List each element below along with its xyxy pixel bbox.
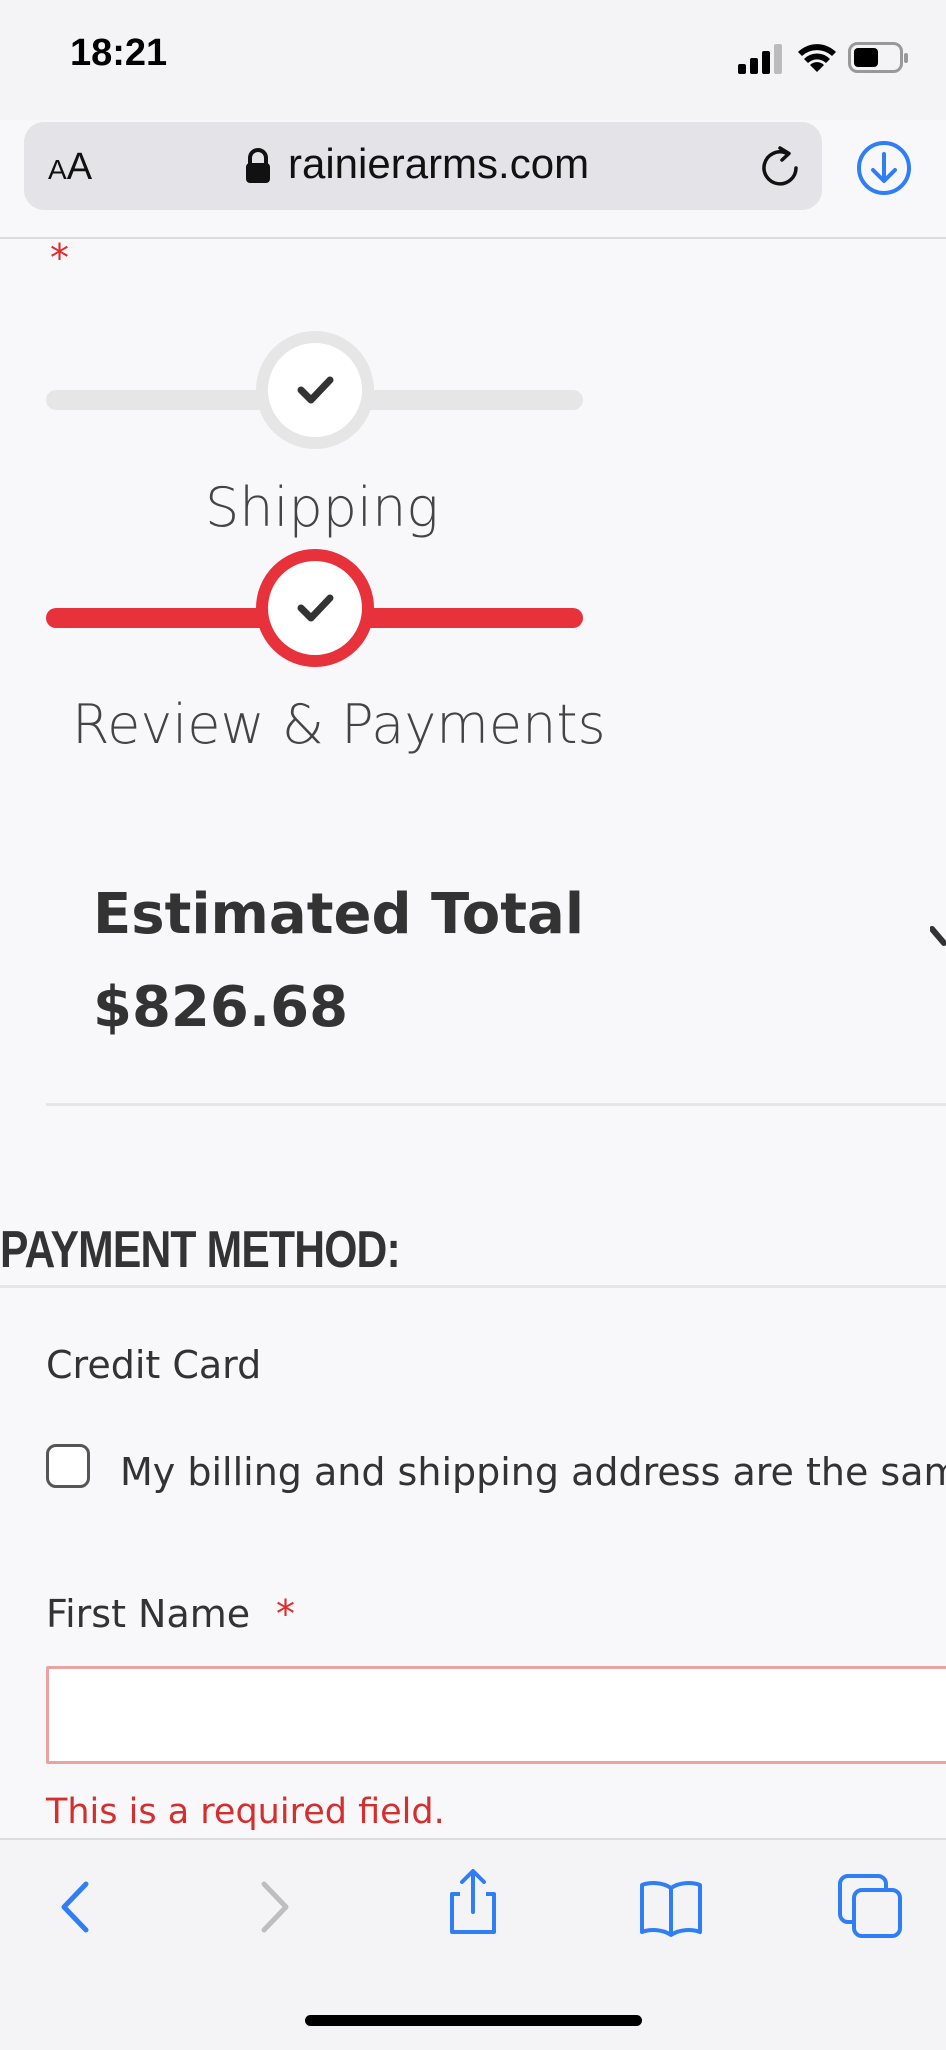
first-name-error: This is a required field.: [46, 1792, 445, 1832]
share-icon[interactable]: [438, 1868, 508, 1938]
chevron-down-icon[interactable]: [930, 925, 946, 959]
status-time: 18:21: [70, 32, 168, 74]
reload-icon[interactable]: [758, 146, 802, 190]
text-size-small: A: [48, 154, 67, 185]
download-icon[interactable]: [856, 140, 912, 196]
wifi-icon: [798, 44, 836, 72]
checkmark-icon: [297, 594, 334, 622]
battery-icon: [848, 42, 908, 73]
tabs-icon[interactable]: [836, 1872, 906, 1942]
review-step-indicator: [256, 549, 374, 667]
payment-method-credit-card: Credit Card: [46, 1343, 262, 1387]
forward-chevron-icon[interactable]: [238, 1872, 308, 1942]
same-address-label[interactable]: My billing and shipping address are the …: [120, 1450, 946, 1494]
back-chevron-icon[interactable]: [42, 1872, 112, 1942]
required-marker: *: [50, 236, 69, 280]
shipping-step-indicator: [256, 331, 374, 449]
estimated-total-label: Estimated Total: [93, 882, 585, 947]
text-size-button[interactable]: AA: [48, 146, 92, 189]
first-name-label: First Name: [46, 1592, 251, 1636]
url-domain[interactable]: rainierarms.com: [288, 140, 589, 188]
checkmark-icon: [297, 376, 334, 404]
cellular-signal-icon: [738, 44, 782, 74]
bookmarks-icon[interactable]: [636, 1872, 706, 1942]
divider: [0, 1285, 946, 1288]
lock-icon: [246, 148, 270, 183]
step-label-shipping[interactable]: Shipping: [205, 476, 439, 539]
payment-method-title: PAYMENT METHOD:: [0, 1221, 401, 1279]
text-size-large: A: [66, 146, 93, 188]
estimated-total-value: $826.68: [93, 975, 349, 1040]
first-name-input[interactable]: [46, 1666, 946, 1764]
same-address-checkbox[interactable]: [46, 1444, 90, 1488]
home-indicator: [305, 2015, 642, 2026]
first-name-required-marker: *: [276, 1592, 295, 1636]
step-label-review-payments: Review & Payments: [72, 693, 606, 756]
divider: [46, 1103, 946, 1106]
